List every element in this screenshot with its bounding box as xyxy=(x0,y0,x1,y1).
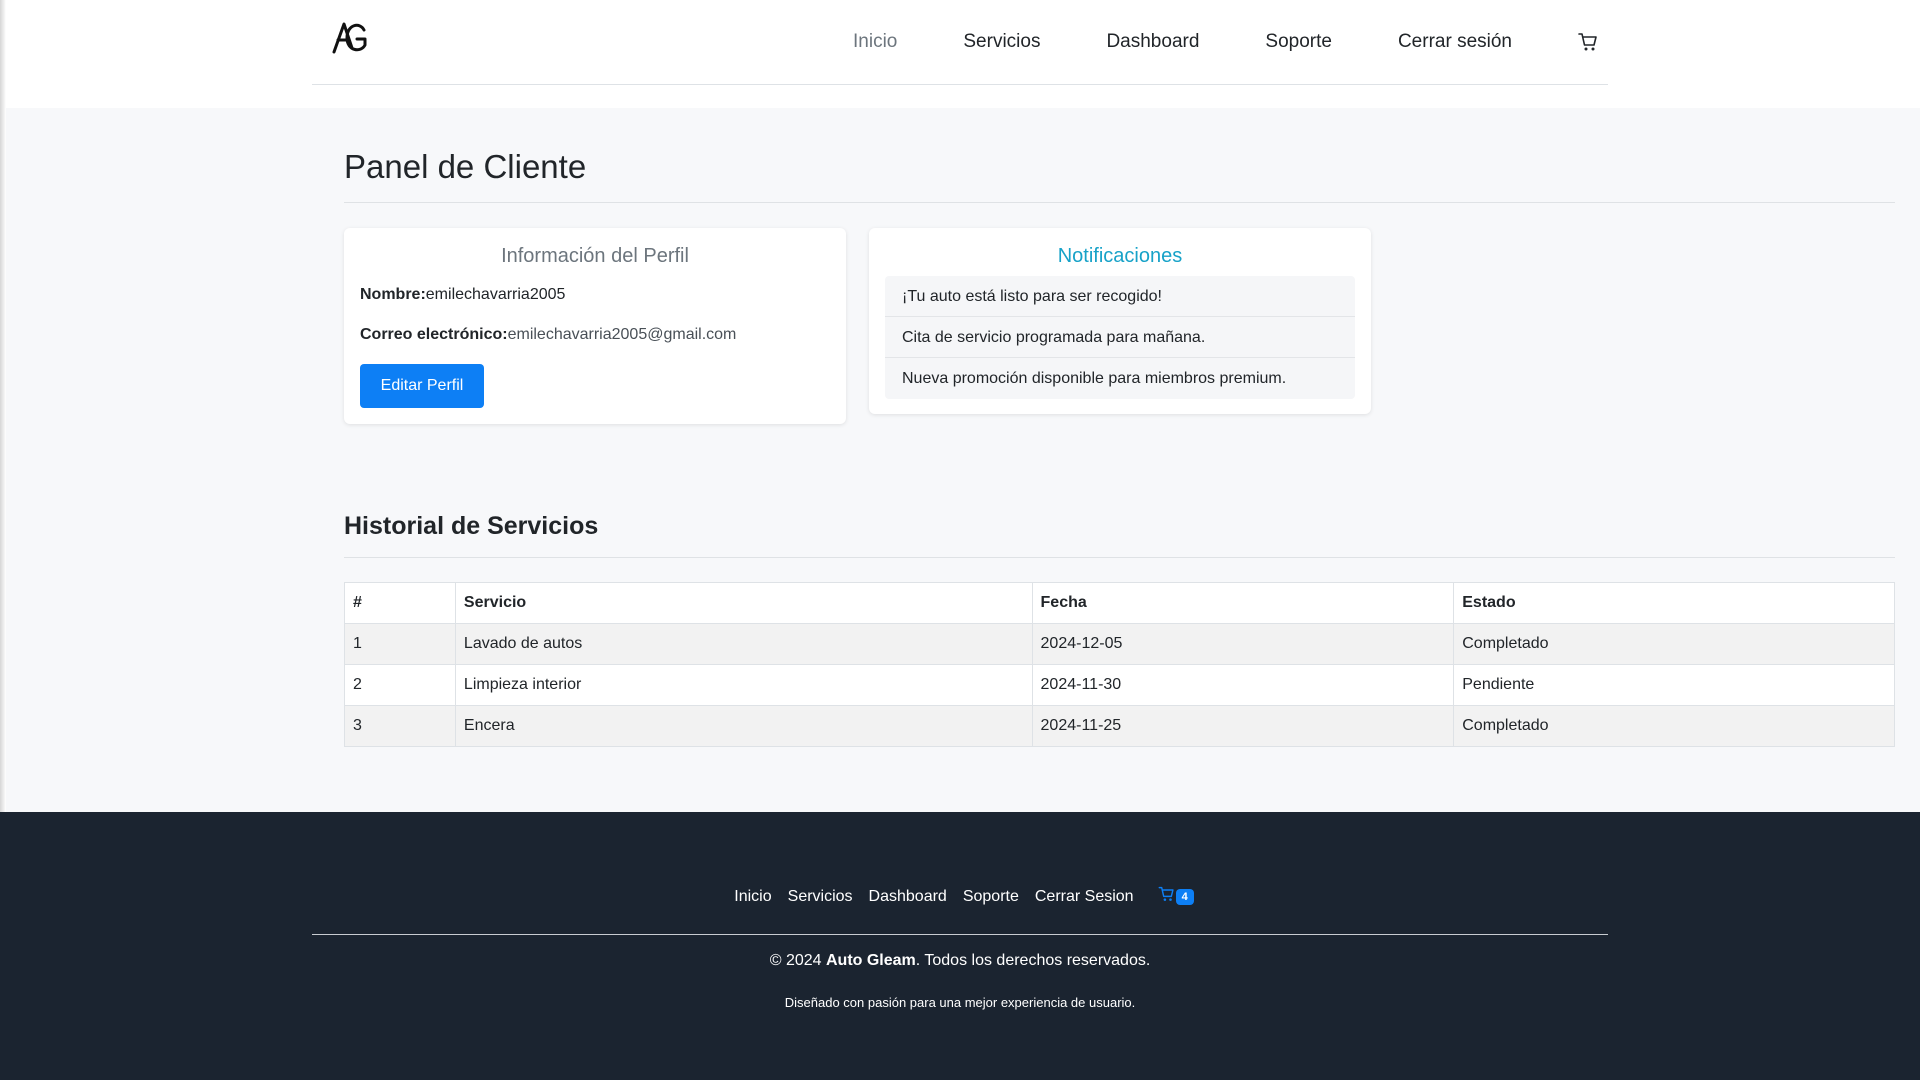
cart-count-badge: 4 xyxy=(1175,888,1194,905)
nav-link-inicio[interactable]: Inicio xyxy=(853,31,897,53)
copyright-text: © 2024 Auto Gleam. Todos los derechos re… xyxy=(0,952,1920,970)
table-row: 3 Encera 2024-11-25 Completado xyxy=(344,705,1895,747)
nav-link-dashboard[interactable]: Dashboard xyxy=(1106,31,1199,53)
copyright-suffix: . Todos los derechos reservados. xyxy=(915,952,1151,969)
cell-service: Encera xyxy=(454,705,1033,747)
name-value: emilechavarria2005 xyxy=(425,286,566,303)
cell-number: 2 xyxy=(344,664,456,706)
service-history-title: Historial de Servicios xyxy=(344,512,599,540)
profile-email-row: Correo electrónico:emilechavarria2005@gm… xyxy=(360,326,736,344)
cart-icon xyxy=(1158,886,1175,907)
divider xyxy=(344,202,1895,203)
page-title: Panel de Cliente xyxy=(344,148,587,185)
service-history-table: # Servicio Fecha Estado 1 Lavado de auto… xyxy=(344,582,1895,747)
top-navbar: Inicio Servicios Dashboard Soporte Cerra… xyxy=(312,0,1608,85)
cell-number: 1 xyxy=(344,623,456,665)
cell-status: Completado xyxy=(1453,623,1895,665)
footer-link-inicio[interactable]: Inicio xyxy=(734,888,771,906)
nav-link-cerrar-sesion[interactable]: Cerrar sesión xyxy=(1398,31,1512,53)
notification-list: ¡Tu auto está listo para ser recogido! C… xyxy=(885,276,1355,399)
column-header-service: Servicio xyxy=(454,582,1033,624)
notifications-card-title: Notificaciones xyxy=(1057,245,1183,267)
profile-card-title: Información del Perfil xyxy=(501,245,689,267)
footer-cart-button[interactable]: 4 xyxy=(1158,886,1194,907)
divider xyxy=(344,557,1895,558)
column-header-date: Fecha xyxy=(1031,582,1455,624)
column-header-number: # xyxy=(344,582,456,624)
footer-link-dashboard[interactable]: Dashboard xyxy=(869,888,947,906)
footer: Inicio Servicios Dashboard Soporte Cerra… xyxy=(0,812,1920,1080)
cell-date: 2024-11-25 xyxy=(1031,705,1455,747)
footer-links: Inicio Servicios Dashboard Soporte Cerra… xyxy=(0,886,1920,907)
profile-name-row: Nombre:emilechavarria2005 xyxy=(360,286,565,304)
nav-links: Inicio Servicios Dashboard Soporte Cerra… xyxy=(787,0,1608,84)
footer-tagline: Diseñado con pasión para una mejor exper… xyxy=(784,995,1136,1010)
nav-link-soporte[interactable]: Soporte xyxy=(1265,31,1332,53)
cell-date: 2024-12-05 xyxy=(1031,623,1455,665)
cell-service: Lavado de autos xyxy=(454,623,1033,665)
table-row: 2 Limpieza interior 2024-11-30 Pendiente xyxy=(344,664,1895,706)
cell-status: Pendiente xyxy=(1453,664,1895,706)
column-header-status: Estado xyxy=(1453,582,1895,624)
cell-status: Completado xyxy=(1453,705,1895,747)
brand-name: Auto Gleam xyxy=(825,952,916,969)
notification-item[interactable]: Nueva promoción disponible para miembros… xyxy=(885,358,1355,399)
footer-divider xyxy=(312,934,1608,935)
cell-service: Limpieza interior xyxy=(454,664,1033,706)
footer-link-soporte[interactable]: Soporte xyxy=(963,888,1019,906)
profile-card: Información del Perfil Nombre:emilechava… xyxy=(344,228,846,424)
auto-gleam-logo[interactable] xyxy=(330,18,370,58)
cart-icon[interactable] xyxy=(1578,31,1600,53)
table-row: 1 Lavado de autos 2024-12-05 Completado xyxy=(344,623,1895,665)
email-value: emilechavarria2005@gmail.com xyxy=(507,326,737,343)
notification-item[interactable]: Cita de servicio programada para mañana. xyxy=(885,317,1355,358)
copyright-prefix: © 2024 xyxy=(769,952,826,969)
name-label: Nombre: xyxy=(360,286,426,303)
table-header-row: # Servicio Fecha Estado xyxy=(344,582,1895,624)
email-label: Correo electrónico: xyxy=(360,326,508,343)
footer-link-cerrar-sesion[interactable]: Cerrar Sesion xyxy=(1035,888,1134,906)
nav-link-servicios[interactable]: Servicios xyxy=(963,31,1040,53)
notifications-card: Notificaciones ¡Tu auto está listo para … xyxy=(869,228,1371,414)
main-content: Panel de Cliente Información del Perfil … xyxy=(6,108,1920,812)
footer-link-servicios[interactable]: Servicios xyxy=(788,888,853,906)
cell-number: 3 xyxy=(344,705,456,747)
edit-profile-button[interactable]: Editar Perfil xyxy=(360,364,484,408)
cell-date: 2024-11-30 xyxy=(1031,664,1455,706)
notification-item[interactable]: ¡Tu auto está listo para ser recogido! xyxy=(885,276,1355,317)
